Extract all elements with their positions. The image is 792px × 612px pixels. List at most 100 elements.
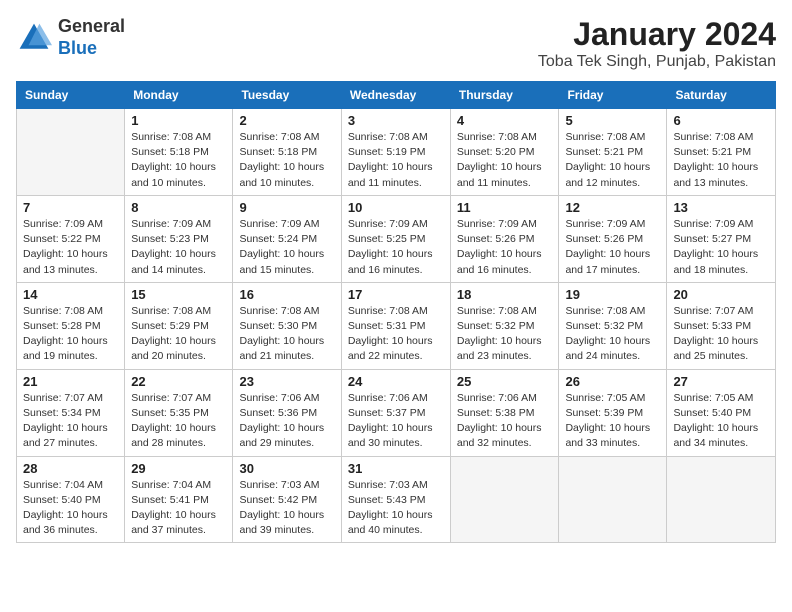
day-number: 31 bbox=[348, 461, 444, 476]
calendar-cell bbox=[450, 456, 559, 543]
day-number: 20 bbox=[673, 287, 769, 302]
week-row-3: 14Sunrise: 7:08 AM Sunset: 5:28 PM Dayli… bbox=[17, 282, 776, 369]
calendar-cell: 18 Sunrise: 7:08 AM Sunset: 5:32 PM Dayli… bbox=[450, 282, 559, 369]
calendar-cell: 3 Sunrise: 7:08 AM Sunset: 5:19 PM Daylig… bbox=[341, 109, 450, 196]
calendar-cell: 13 Sunrise: 7:09 AM Sunset: 5:27 PM Dayli… bbox=[667, 195, 776, 282]
weekday-header-friday: Friday bbox=[559, 82, 667, 109]
calendar-cell bbox=[17, 109, 125, 196]
day-info: Sunrise: 7:08 AM Sunset: 5:30 PM Dayligh… bbox=[239, 304, 334, 365]
logo-blue: Blue bbox=[58, 38, 97, 58]
logo-general: General bbox=[58, 16, 125, 36]
calendar-cell: 27Sunrise: 7:05 AM Sunset: 5:40 PM Dayli… bbox=[667, 369, 776, 456]
day-number: 26 bbox=[565, 374, 660, 389]
calendar-cell: 1 Sunrise: 7:08 AM Sunset: 5:18 PM Daylig… bbox=[125, 109, 233, 196]
page-header: General Blue January 2024 Toba Tek Singh… bbox=[16, 16, 776, 71]
calendar-cell: 10 Sunrise: 7:09 AM Sunset: 5:25 PM Dayli… bbox=[341, 195, 450, 282]
calendar-cell bbox=[559, 456, 667, 543]
day-info: Sunrise: 7:08 AM Sunset: 5:32 PM Dayligh… bbox=[565, 304, 660, 365]
week-row-1: 1 Sunrise: 7:08 AM Sunset: 5:18 PM Daylig… bbox=[17, 109, 776, 196]
day-info: Sunrise: 7:06 AM Sunset: 5:38 PM Dayligh… bbox=[457, 391, 553, 452]
day-number: 8 bbox=[131, 200, 226, 215]
calendar-cell: 2 Sunrise: 7:08 AM Sunset: 5:18 PM Daylig… bbox=[233, 109, 341, 196]
calendar-cell: 30 Sunrise: 7:03 AM Sunset: 5:42 PM Dayli… bbox=[233, 456, 341, 543]
calendar-cell: 4Sunrise: 7:08 AM Sunset: 5:20 PM Daylig… bbox=[450, 109, 559, 196]
calendar-cell: 22 Sunrise: 7:07 AM Sunset: 5:35 PM Dayli… bbox=[125, 369, 233, 456]
day-number: 18 bbox=[457, 287, 553, 302]
day-info: Sunrise: 7:08 AM Sunset: 5:18 PM Dayligh… bbox=[131, 130, 226, 191]
day-number: 5 bbox=[565, 113, 660, 128]
day-number: 10 bbox=[348, 200, 444, 215]
day-number: 17 bbox=[348, 287, 444, 302]
day-number: 3 bbox=[348, 113, 444, 128]
weekday-header-saturday: Saturday bbox=[667, 82, 776, 109]
day-number: 9 bbox=[239, 200, 334, 215]
day-number: 30 bbox=[239, 461, 334, 476]
title-block: January 2024 Toba Tek Singh, Punjab, Pak… bbox=[538, 16, 776, 71]
calendar-cell: 9 Sunrise: 7:09 AM Sunset: 5:24 PM Daylig… bbox=[233, 195, 341, 282]
day-number: 16 bbox=[239, 287, 334, 302]
day-info: Sunrise: 7:07 AM Sunset: 5:33 PM Dayligh… bbox=[673, 304, 769, 365]
calendar-cell: 21 Sunrise: 7:07 AM Sunset: 5:34 PM Dayli… bbox=[17, 369, 125, 456]
day-number: 15 bbox=[131, 287, 226, 302]
day-info: Sunrise: 7:08 AM Sunset: 5:31 PM Dayligh… bbox=[348, 304, 444, 365]
day-number: 12 bbox=[565, 200, 660, 215]
day-number: 7 bbox=[23, 200, 118, 215]
month-title: January 2024 bbox=[538, 16, 776, 53]
day-info: Sunrise: 7:08 AM Sunset: 5:21 PM Dayligh… bbox=[673, 130, 769, 191]
day-info: Sunrise: 7:08 AM Sunset: 5:19 PM Dayligh… bbox=[348, 130, 444, 191]
calendar-cell: 26Sunrise: 7:05 AM Sunset: 5:39 PM Dayli… bbox=[559, 369, 667, 456]
weekday-header-tuesday: Tuesday bbox=[233, 82, 341, 109]
weekday-header-row: SundayMondayTuesdayWednesdayThursdayFrid… bbox=[17, 82, 776, 109]
day-number: 21 bbox=[23, 374, 118, 389]
calendar-cell: 14Sunrise: 7:08 AM Sunset: 5:28 PM Dayli… bbox=[17, 282, 125, 369]
day-info: Sunrise: 7:09 AM Sunset: 5:22 PM Dayligh… bbox=[23, 217, 118, 278]
day-number: 13 bbox=[673, 200, 769, 215]
day-number: 6 bbox=[673, 113, 769, 128]
calendar-cell: 25Sunrise: 7:06 AM Sunset: 5:38 PM Dayli… bbox=[450, 369, 559, 456]
calendar-cell: 5 Sunrise: 7:08 AM Sunset: 5:21 PM Daylig… bbox=[559, 109, 667, 196]
logo-icon bbox=[16, 20, 52, 56]
day-info: Sunrise: 7:07 AM Sunset: 5:34 PM Dayligh… bbox=[23, 391, 118, 452]
day-number: 28 bbox=[23, 461, 118, 476]
location: Toba Tek Singh, Punjab, Pakistan bbox=[538, 53, 776, 71]
day-number: 4 bbox=[457, 113, 553, 128]
calendar-cell: 23 Sunrise: 7:06 AM Sunset: 5:36 PM Dayli… bbox=[233, 369, 341, 456]
day-info: Sunrise: 7:08 AM Sunset: 5:18 PM Dayligh… bbox=[239, 130, 334, 191]
day-info: Sunrise: 7:09 AM Sunset: 5:24 PM Dayligh… bbox=[239, 217, 334, 278]
day-number: 24 bbox=[348, 374, 444, 389]
day-info: Sunrise: 7:09 AM Sunset: 5:23 PM Dayligh… bbox=[131, 217, 226, 278]
week-row-4: 21 Sunrise: 7:07 AM Sunset: 5:34 PM Dayli… bbox=[17, 369, 776, 456]
calendar-cell: 24 Sunrise: 7:06 AM Sunset: 5:37 PM Dayli… bbox=[341, 369, 450, 456]
weekday-header-monday: Monday bbox=[125, 82, 233, 109]
calendar-cell: 17 Sunrise: 7:08 AM Sunset: 5:31 PM Dayli… bbox=[341, 282, 450, 369]
logo-text: General Blue bbox=[58, 16, 125, 59]
day-info: Sunrise: 7:04 AM Sunset: 5:41 PM Dayligh… bbox=[131, 478, 226, 539]
day-number: 11 bbox=[457, 200, 553, 215]
calendar-cell: 19Sunrise: 7:08 AM Sunset: 5:32 PM Dayli… bbox=[559, 282, 667, 369]
day-info: Sunrise: 7:09 AM Sunset: 5:25 PM Dayligh… bbox=[348, 217, 444, 278]
calendar-cell: 6 Sunrise: 7:08 AM Sunset: 5:21 PM Daylig… bbox=[667, 109, 776, 196]
calendar-cell: 31 Sunrise: 7:03 AM Sunset: 5:43 PM Dayli… bbox=[341, 456, 450, 543]
day-info: Sunrise: 7:03 AM Sunset: 5:42 PM Dayligh… bbox=[239, 478, 334, 539]
day-number: 23 bbox=[239, 374, 334, 389]
day-info: Sunrise: 7:06 AM Sunset: 5:37 PM Dayligh… bbox=[348, 391, 444, 452]
logo: General Blue bbox=[16, 16, 125, 59]
day-number: 1 bbox=[131, 113, 226, 128]
day-info: Sunrise: 7:07 AM Sunset: 5:35 PM Dayligh… bbox=[131, 391, 226, 452]
day-info: Sunrise: 7:06 AM Sunset: 5:36 PM Dayligh… bbox=[239, 391, 334, 452]
calendar-cell: 11Sunrise: 7:09 AM Sunset: 5:26 PM Dayli… bbox=[450, 195, 559, 282]
weekday-header-thursday: Thursday bbox=[450, 82, 559, 109]
calendar-cell: 7 Sunrise: 7:09 AM Sunset: 5:22 PM Daylig… bbox=[17, 195, 125, 282]
day-info: Sunrise: 7:04 AM Sunset: 5:40 PM Dayligh… bbox=[23, 478, 118, 539]
day-info: Sunrise: 7:03 AM Sunset: 5:43 PM Dayligh… bbox=[348, 478, 444, 539]
week-row-2: 7 Sunrise: 7:09 AM Sunset: 5:22 PM Daylig… bbox=[17, 195, 776, 282]
day-info: Sunrise: 7:08 AM Sunset: 5:21 PM Dayligh… bbox=[565, 130, 660, 191]
calendar-cell: 12Sunrise: 7:09 AM Sunset: 5:26 PM Dayli… bbox=[559, 195, 667, 282]
day-info: Sunrise: 7:09 AM Sunset: 5:27 PM Dayligh… bbox=[673, 217, 769, 278]
day-number: 22 bbox=[131, 374, 226, 389]
day-number: 2 bbox=[239, 113, 334, 128]
day-info: Sunrise: 7:08 AM Sunset: 5:32 PM Dayligh… bbox=[457, 304, 553, 365]
calendar-cell: 29Sunrise: 7:04 AM Sunset: 5:41 PM Dayli… bbox=[125, 456, 233, 543]
calendar-cell: 16 Sunrise: 7:08 AM Sunset: 5:30 PM Dayli… bbox=[233, 282, 341, 369]
calendar-cell: 8 Sunrise: 7:09 AM Sunset: 5:23 PM Daylig… bbox=[125, 195, 233, 282]
